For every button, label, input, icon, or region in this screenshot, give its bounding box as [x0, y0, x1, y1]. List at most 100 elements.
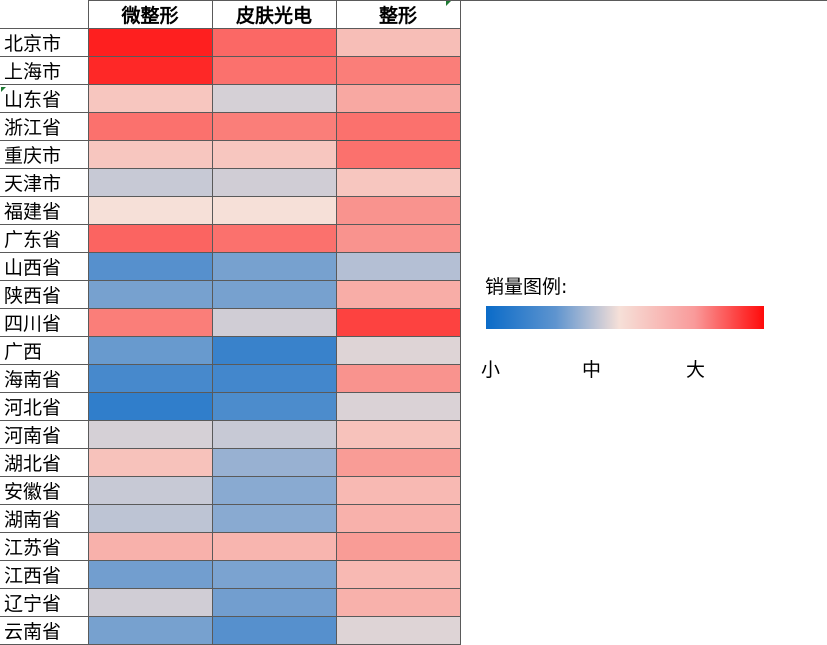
table-row: 广东省 — [0, 224, 461, 253]
region-label-cell[interactable]: 海南省 — [0, 364, 89, 393]
heat-cell-micro-plastic[interactable] — [87, 532, 213, 561]
region-label-cell[interactable]: 云南省 — [0, 616, 89, 645]
heat-cell-skin-photoelectric[interactable] — [211, 112, 337, 141]
heat-cell-micro-plastic[interactable] — [87, 308, 213, 337]
legend-title: 销量图例: — [485, 276, 568, 298]
heat-cell-micro-plastic[interactable] — [87, 448, 213, 477]
heat-cell-plastic-surgery[interactable] — [335, 420, 461, 449]
heat-cell-micro-plastic[interactable] — [87, 252, 213, 281]
heat-cell-micro-plastic[interactable] — [87, 56, 213, 85]
region-label-cell[interactable]: 山东省 — [0, 84, 89, 113]
heat-cell-micro-plastic[interactable] — [87, 364, 213, 393]
heat-cell-micro-plastic[interactable] — [87, 196, 213, 225]
heat-cell-micro-plastic[interactable] — [87, 588, 213, 617]
region-label-cell[interactable]: 辽宁省 — [0, 588, 89, 617]
heat-cell-plastic-surgery[interactable] — [335, 56, 461, 85]
heat-cell-plastic-surgery[interactable] — [335, 84, 461, 113]
heat-cell-skin-photoelectric[interactable] — [211, 308, 337, 337]
heat-cell-plastic-surgery[interactable] — [335, 616, 461, 645]
region-label-cell[interactable]: 湖南省 — [0, 504, 89, 533]
heat-cell-skin-photoelectric[interactable] — [211, 420, 337, 449]
heat-cell-micro-plastic[interactable] — [87, 476, 213, 505]
heat-cell-skin-photoelectric[interactable] — [211, 336, 337, 365]
heat-cell-micro-plastic[interactable] — [87, 280, 213, 309]
table-row: 重庆市 — [0, 140, 461, 169]
heat-cell-skin-photoelectric[interactable] — [211, 476, 337, 505]
heat-cell-plastic-surgery[interactable] — [335, 196, 461, 225]
heat-cell-skin-photoelectric[interactable] — [211, 140, 337, 169]
heat-cell-skin-photoelectric[interactable] — [211, 448, 337, 477]
column-header-plastic-surgery[interactable]: 整形 — [335, 0, 461, 29]
heat-cell-plastic-surgery[interactable] — [335, 28, 461, 57]
heat-cell-plastic-surgery[interactable] — [335, 504, 461, 533]
sales-heatmap-table: 微整形 皮肤光电 整形 北京市 上海市 山东省 浙江省 重庆市 天津市 福建省 广东省 山西省陕… — [0, 0, 461, 645]
heat-cell-skin-photoelectric[interactable] — [211, 168, 337, 197]
table-row: 江苏省 — [0, 532, 461, 561]
heat-cell-micro-plastic[interactable] — [87, 504, 213, 533]
heat-cell-plastic-surgery[interactable] — [335, 476, 461, 505]
heat-cell-skin-photoelectric[interactable] — [211, 224, 337, 253]
heat-cell-skin-photoelectric[interactable] — [211, 196, 337, 225]
heat-cell-micro-plastic[interactable] — [87, 616, 213, 645]
heat-cell-micro-plastic[interactable] — [87, 224, 213, 253]
heat-cell-plastic-surgery[interactable] — [335, 112, 461, 141]
heat-cell-skin-photoelectric[interactable] — [211, 588, 337, 617]
region-label-cell[interactable]: 山西省 — [0, 252, 89, 281]
region-label-cell[interactable]: 天津市 — [0, 168, 89, 197]
heat-cell-micro-plastic[interactable] — [87, 420, 213, 449]
heat-cell-plastic-surgery[interactable] — [335, 336, 461, 365]
heat-cell-plastic-surgery[interactable] — [335, 392, 461, 421]
heat-cell-skin-photoelectric[interactable] — [211, 364, 337, 393]
region-label-cell[interactable]: 河南省 — [0, 420, 89, 449]
heat-cell-plastic-surgery[interactable] — [335, 364, 461, 393]
heat-cell-skin-photoelectric[interactable] — [211, 56, 337, 85]
heat-cell-plastic-surgery[interactable] — [335, 532, 461, 561]
region-label-cell[interactable]: 安徽省 — [0, 476, 89, 505]
region-label-cell[interactable]: 广东省 — [0, 224, 89, 253]
column-header-skin-photoelectric[interactable]: 皮肤光电 — [211, 0, 337, 29]
heat-cell-skin-photoelectric[interactable] — [211, 280, 337, 309]
heat-cell-skin-photoelectric[interactable] — [211, 560, 337, 589]
region-label-cell[interactable]: 浙江省 — [0, 112, 89, 141]
region-label-cell[interactable]: 上海市 — [0, 56, 89, 85]
region-label-cell[interactable]: 四川省 — [0, 308, 89, 337]
column-header-micro-plastic[interactable]: 微整形 — [87, 0, 213, 29]
region-label-cell[interactable]: 福建省 — [0, 196, 89, 225]
region-label-cell[interactable]: 广西 — [0, 336, 89, 365]
region-label-cell[interactable]: 陕西省 — [0, 280, 89, 309]
heat-cell-skin-photoelectric[interactable] — [211, 84, 337, 113]
table-row: 福建省 — [0, 196, 461, 225]
heatmap-body: 北京市 上海市 山东省 浙江省 重庆市 天津市 福建省 广东省 山西省 陕西省 四川省 广西 海南省 河北… — [0, 28, 461, 645]
heat-cell-plastic-surgery[interactable] — [335, 140, 461, 169]
heat-cell-micro-plastic[interactable] — [87, 140, 213, 169]
region-label-cell[interactable]: 江苏省 — [0, 532, 89, 561]
region-label-cell[interactable]: 江西省 — [0, 560, 89, 589]
region-label-cell[interactable]: 湖北省 — [0, 448, 89, 477]
region-label-cell[interactable]: 北京市 — [0, 28, 89, 57]
heat-cell-skin-photoelectric[interactable] — [211, 532, 337, 561]
heat-cell-plastic-surgery[interactable] — [335, 588, 461, 617]
heat-cell-micro-plastic[interactable] — [87, 560, 213, 589]
legend-max-label: 大 — [686, 359, 706, 381]
heat-cell-plastic-surgery[interactable] — [335, 280, 461, 309]
heat-cell-micro-plastic[interactable] — [87, 168, 213, 197]
region-label-cell[interactable]: 河北省 — [0, 392, 89, 421]
heat-cell-micro-plastic[interactable] — [87, 28, 213, 57]
region-label-cell[interactable]: 重庆市 — [0, 140, 89, 169]
heat-cell-micro-plastic[interactable] — [87, 84, 213, 113]
heat-cell-skin-photoelectric[interactable] — [211, 392, 337, 421]
heat-cell-micro-plastic[interactable] — [87, 336, 213, 365]
heat-cell-plastic-surgery[interactable] — [335, 308, 461, 337]
heat-cell-plastic-surgery[interactable] — [335, 252, 461, 281]
header-corner-cell[interactable] — [0, 0, 89, 29]
heat-cell-skin-photoelectric[interactable] — [211, 504, 337, 533]
heat-cell-skin-photoelectric[interactable] — [211, 28, 337, 57]
heat-cell-plastic-surgery[interactable] — [335, 448, 461, 477]
heat-cell-micro-plastic[interactable] — [87, 112, 213, 141]
heat-cell-skin-photoelectric[interactable] — [211, 616, 337, 645]
heat-cell-plastic-surgery[interactable] — [335, 224, 461, 253]
heat-cell-plastic-surgery[interactable] — [335, 168, 461, 197]
heat-cell-skin-photoelectric[interactable] — [211, 252, 337, 281]
heat-cell-micro-plastic[interactable] — [87, 392, 213, 421]
heat-cell-plastic-surgery[interactable] — [335, 560, 461, 589]
